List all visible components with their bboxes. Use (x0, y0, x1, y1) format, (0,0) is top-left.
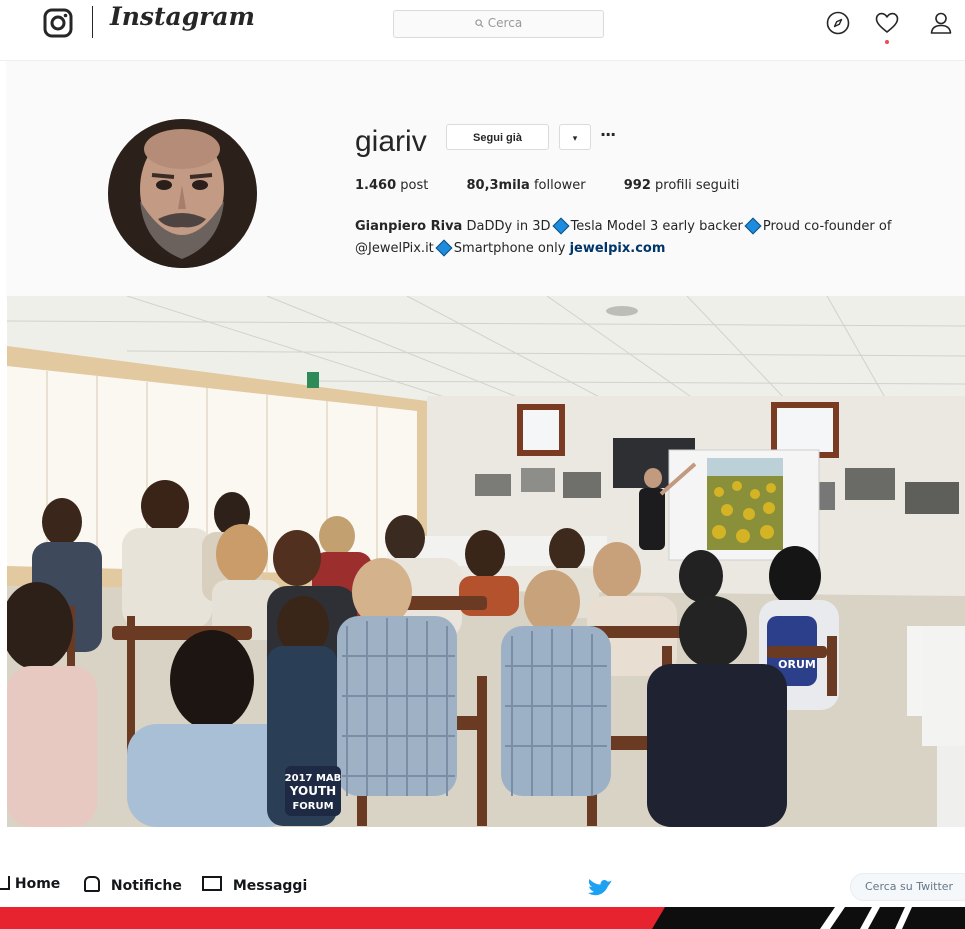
logo-divider (92, 6, 93, 38)
forum-bag-text: 2017 MAB (285, 773, 342, 784)
twitter-nav-messages[interactable]: Messaggi (202, 876, 307, 894)
following-button[interactable]: Segui già (446, 124, 549, 150)
twitter-nav-bar: Home Notifiche Messaggi Cerca su Twitter (0, 857, 965, 909)
twitter-bird-icon[interactable] (586, 877, 612, 899)
suggestions-dropdown-button[interactable]: ▾ (559, 124, 591, 150)
svg-text:YOUTH: YOUTH (289, 784, 336, 798)
twitter-header-banner (0, 907, 965, 929)
search-placeholder: Cerca (487, 16, 523, 30)
twitter-nav-notifications[interactable]: Notifiche (84, 876, 182, 894)
classroom-photo[interactable]: 2017 MAB YOUTH FORUM ORUM (7, 296, 965, 827)
search-input[interactable]: Cerca (393, 10, 604, 38)
twitter-nav-home[interactable]: Home (0, 876, 60, 892)
blue-diamond-icon (552, 217, 570, 235)
followers-count[interactable]: 80,3mila follower (466, 178, 585, 193)
profile-stats: 1.460 post 80,3mila follower 992 profili… (355, 178, 773, 193)
blue-diamond-icon (435, 239, 453, 257)
posts-count: 1.460 post (355, 178, 429, 193)
more-options-button[interactable]: ··· (600, 125, 616, 144)
profile-full-name: Gianpiero Riva (355, 219, 463, 234)
envelope-icon (202, 876, 222, 891)
bio-website-link[interactable]: jewelpix.com (570, 241, 666, 256)
profile-bio: Gianpiero Riva DaDDy in 3D Tesla Model 3 … (355, 217, 892, 257)
blue-diamond-icon (744, 217, 762, 235)
profile-icon[interactable] (928, 10, 954, 36)
twitter-search-input[interactable]: Cerca su Twitter (850, 873, 965, 901)
instagram-top-bar: Instagram Cerca (0, 0, 965, 61)
heart-icon[interactable] (874, 10, 900, 36)
profile-avatar[interactable] (108, 119, 257, 268)
home-icon (0, 876, 10, 890)
profile-header: giariv Segui già ▾ ··· 1.460 post 80,3mi… (6, 61, 965, 298)
bell-icon (84, 876, 100, 892)
instagram-logo[interactable]: Instagram (110, 2, 255, 31)
compass-icon[interactable] (825, 10, 851, 36)
following-count[interactable]: 992 profili seguiti (624, 178, 740, 193)
notification-dot (885, 40, 889, 44)
svg-text:FORUM: FORUM (292, 801, 333, 812)
search-icon (475, 19, 484, 28)
profile-username: giariv (355, 125, 427, 158)
instagram-glyph-icon[interactable] (43, 8, 73, 38)
forum-backpack-text: ORUM (778, 658, 816, 671)
